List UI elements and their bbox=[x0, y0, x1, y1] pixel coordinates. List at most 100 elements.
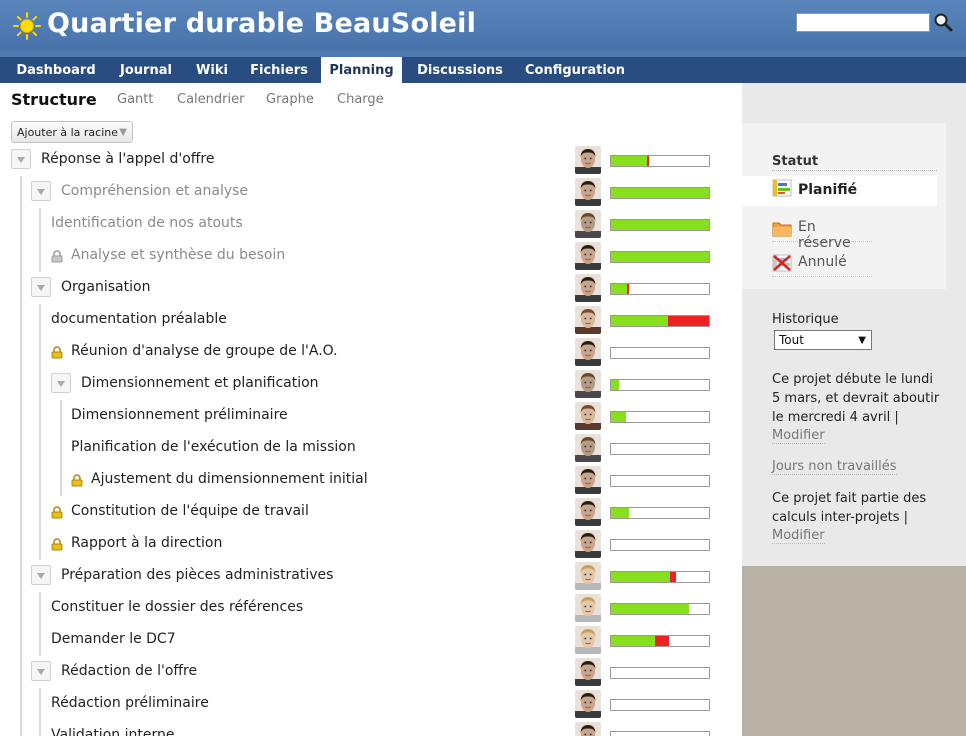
task-label[interactable]: documentation préalable bbox=[51, 311, 227, 327]
history-value: Tout bbox=[779, 333, 804, 347]
modify-dates-link[interactable]: Modifier bbox=[772, 428, 825, 444]
avatar bbox=[575, 306, 601, 334]
avatar bbox=[575, 338, 601, 366]
tab-wiki[interactable]: Wiki bbox=[190, 57, 234, 83]
avatar bbox=[575, 434, 601, 462]
progress-done bbox=[611, 604, 689, 614]
folder-icon bbox=[772, 222, 792, 237]
tree-guide-line bbox=[20, 304, 22, 336]
tree-guide-line bbox=[20, 208, 22, 240]
task-label[interactable]: Planification de l'exécution de la missi… bbox=[71, 439, 356, 455]
task-label[interactable]: Demander le DC7 bbox=[51, 631, 176, 647]
app-title: Quartier durable BeauSoleil bbox=[47, 8, 477, 39]
collapse-toggle-icon[interactable] bbox=[31, 181, 51, 201]
subtab-calendrier[interactable]: Calendrier bbox=[177, 92, 244, 107]
cancelled-icon bbox=[772, 254, 792, 272]
task-label[interactable]: Réunion d'analyse de groupe de l'A.O. bbox=[71, 343, 338, 359]
task-label[interactable]: Constitution de l'équipe de travail bbox=[71, 503, 309, 519]
task-row[interactable]: documentation préalable bbox=[0, 304, 742, 336]
tab-journal[interactable]: Journal bbox=[110, 57, 182, 83]
avatar bbox=[575, 402, 601, 430]
task-label[interactable]: Rédaction préliminaire bbox=[51, 695, 209, 711]
main-tabs: Dashboard Journal Wiki Fichiers Planning… bbox=[0, 57, 966, 83]
task-label[interactable]: Rédaction de l'offre bbox=[61, 663, 197, 679]
task-row[interactable]: Préparation des pièces administratives bbox=[0, 560, 742, 592]
task-label[interactable]: Organisation bbox=[61, 279, 150, 295]
task-row[interactable]: Analyse et synthèse du besoin bbox=[0, 240, 742, 272]
tab-configuration[interactable]: Configuration bbox=[519, 57, 631, 83]
modify-crossproject-link[interactable]: Modifier bbox=[772, 528, 825, 544]
task-row[interactable]: Réponse à l'appel d'offre bbox=[0, 144, 742, 176]
collapse-toggle-icon[interactable] bbox=[31, 661, 51, 681]
lock-icon bbox=[51, 506, 63, 519]
task-label[interactable]: Identification de nos atouts bbox=[51, 215, 243, 231]
tree-guide-line bbox=[20, 688, 22, 720]
app-header: Quartier durable BeauSoleil Dashboard Jo… bbox=[0, 0, 966, 83]
project-dates-line1: Ce projet débute le lundi bbox=[772, 372, 933, 387]
tree-guide-line bbox=[39, 528, 41, 560]
task-row[interactable]: Constitution de l'équipe de travail bbox=[0, 496, 742, 528]
progress-bar bbox=[610, 283, 710, 295]
task-label[interactable]: Analyse et synthèse du besoin bbox=[71, 247, 285, 263]
cross-project-line1: Ce projet fait partie des bbox=[772, 491, 927, 506]
status-cancelled[interactable]: Annulé bbox=[772, 250, 872, 277]
task-row[interactable]: Dimensionnement et planification bbox=[0, 368, 742, 400]
tree-guide-line bbox=[20, 336, 22, 368]
collapse-toggle-icon[interactable] bbox=[11, 149, 31, 169]
tree-guide-line bbox=[20, 496, 22, 528]
tree-guide-line bbox=[20, 528, 22, 560]
tree-guide-line bbox=[20, 400, 22, 432]
collapse-toggle-icon[interactable] bbox=[31, 277, 51, 297]
task-row[interactable]: Rédaction de l'offre bbox=[0, 656, 742, 688]
avatar bbox=[575, 370, 601, 398]
tab-dashboard[interactable]: Dashboard bbox=[8, 57, 104, 83]
nonworking-days-link[interactable]: Jours non travaillés bbox=[772, 459, 897, 475]
collapse-toggle-icon[interactable] bbox=[51, 373, 71, 393]
task-row[interactable]: Compréhension et analyse bbox=[0, 176, 742, 208]
subtab-structure[interactable]: Structure bbox=[11, 90, 97, 109]
progress-bar bbox=[610, 347, 710, 359]
status-planned[interactable]: Planifié bbox=[742, 176, 937, 206]
task-label[interactable]: Réponse à l'appel d'offre bbox=[41, 151, 214, 167]
task-row[interactable]: Validation interne bbox=[0, 720, 742, 736]
chevron-down-icon: ▼ bbox=[119, 127, 127, 138]
tab-planning[interactable]: Planning bbox=[321, 57, 402, 83]
task-label[interactable]: Ajustement du dimensionnement initial bbox=[91, 471, 368, 487]
search-icon[interactable] bbox=[933, 12, 953, 32]
tab-discussions[interactable]: Discussions bbox=[410, 57, 510, 83]
task-label[interactable]: Compréhension et analyse bbox=[61, 183, 248, 199]
task-label[interactable]: Rapport à la direction bbox=[71, 535, 222, 551]
add-root-button[interactable]: Ajouter à la racine ▼ bbox=[11, 121, 133, 143]
task-row[interactable]: Ajustement du dimensionnement initial bbox=[0, 464, 742, 496]
subtab-gantt[interactable]: Gantt bbox=[117, 92, 153, 107]
collapse-toggle-icon[interactable] bbox=[31, 565, 51, 585]
task-row[interactable]: Dimensionnement préliminaire bbox=[0, 400, 742, 432]
tree-guide-line bbox=[60, 432, 62, 464]
task-label[interactable]: Dimensionnement et planification bbox=[81, 375, 319, 391]
task-row[interactable]: Constituer le dossier des références bbox=[0, 592, 742, 624]
progress-late bbox=[670, 572, 676, 582]
tree-guide-line bbox=[60, 400, 62, 432]
tab-fichiers[interactable]: Fichiers bbox=[244, 57, 314, 83]
task-row[interactable]: Planification de l'exécution de la missi… bbox=[0, 432, 742, 464]
lock-icon bbox=[51, 346, 63, 359]
search-input[interactable] bbox=[796, 13, 930, 32]
history-select[interactable]: Tout ▼ bbox=[774, 330, 872, 350]
status-reserve[interactable]: En réserve bbox=[772, 215, 872, 251]
subtab-charge[interactable]: Charge bbox=[337, 92, 384, 107]
task-row[interactable]: Organisation bbox=[0, 272, 742, 304]
task-row[interactable]: Rapport à la direction bbox=[0, 528, 742, 560]
sun-logo-icon bbox=[13, 12, 41, 40]
task-row[interactable]: Rédaction préliminaire bbox=[0, 688, 742, 720]
task-row[interactable]: Identification de nos atouts bbox=[0, 208, 742, 240]
task-label[interactable]: Validation interne bbox=[51, 727, 174, 736]
task-label[interactable]: Préparation des pièces administratives bbox=[61, 567, 333, 583]
task-label[interactable]: Dimensionnement préliminaire bbox=[71, 407, 288, 423]
task-label[interactable]: Constituer le dossier des références bbox=[51, 599, 303, 615]
task-row[interactable]: Réunion d'analyse de groupe de l'A.O. bbox=[0, 336, 742, 368]
task-row[interactable]: Demander le DC7 bbox=[0, 624, 742, 656]
progress-bar bbox=[610, 443, 710, 455]
subtab-graphe[interactable]: Graphe bbox=[266, 92, 314, 107]
status-heading: Statut bbox=[772, 154, 819, 169]
progress-late bbox=[668, 316, 709, 326]
